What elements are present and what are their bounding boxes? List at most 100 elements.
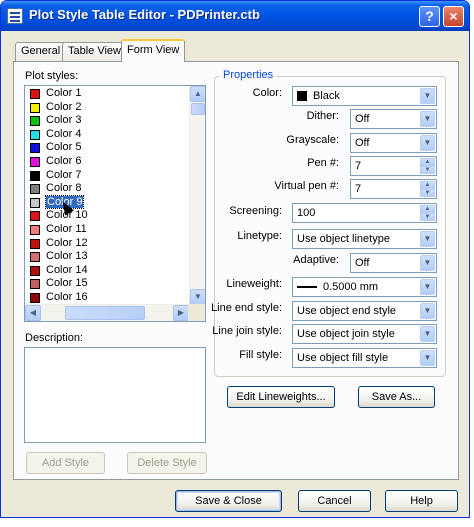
plot-style-item[interactable]: Color 9 bbox=[26, 194, 188, 210]
spin-up-icon[interactable]: ▲ bbox=[420, 205, 435, 213]
help-button[interactable]: Help bbox=[385, 490, 458, 512]
spin-up-icon[interactable]: ▲ bbox=[420, 181, 435, 189]
plot-style-item[interactable]: Color 3 bbox=[26, 114, 188, 128]
screening-label: Screening: bbox=[229, 205, 282, 217]
plot-style-item[interactable]: Color 5 bbox=[26, 141, 188, 155]
screening-value: 100 bbox=[297, 207, 316, 219]
screening-spinner[interactable]: 100 ▲ ▼ bbox=[292, 203, 437, 223]
description-label: Description: bbox=[25, 332, 84, 344]
color-swatch bbox=[30, 292, 40, 303]
dither-dropdown[interactable]: Off ▼ bbox=[350, 109, 437, 129]
plot-style-label: Color 8 bbox=[46, 182, 82, 195]
tab-general[interactable]: General bbox=[15, 42, 67, 61]
linetype-dropdown[interactable]: Use object linetype ▼ bbox=[292, 229, 437, 249]
plot-style-label: Color 3 bbox=[46, 114, 82, 127]
add-style-button[interactable]: Add Style bbox=[26, 452, 105, 474]
tab-form-view[interactable]: Form View bbox=[121, 39, 186, 62]
plot-style-item[interactable]: Color 14 bbox=[26, 264, 188, 278]
color-swatch bbox=[30, 224, 40, 235]
virtual-pen-spinner[interactable]: 7 ▲ ▼ bbox=[350, 179, 437, 199]
line-join-style-label: Line join style: bbox=[212, 325, 282, 337]
plot-styles-list[interactable]: Color 1 Color 2 Color 3 Color 4 Color 5 Color… bbox=[24, 85, 206, 322]
scroll-down-icon[interactable]: ▼ bbox=[190, 289, 205, 305]
plot-style-label: Color 14 bbox=[46, 263, 88, 276]
description-field[interactable] bbox=[24, 347, 206, 443]
pen-spinner[interactable]: 7 ▲ ▼ bbox=[350, 156, 437, 176]
spin-down-icon[interactable]: ▼ bbox=[420, 166, 435, 174]
chevron-down-icon[interactable]: ▼ bbox=[420, 255, 435, 271]
plot-style-label: Color 7 bbox=[46, 168, 82, 181]
fill-style-value: Use object fill style bbox=[297, 352, 389, 364]
line-end-style-dropdown[interactable]: Use object end style ▼ bbox=[292, 301, 437, 321]
plot-style-item[interactable]: Color 1 bbox=[26, 87, 188, 101]
title-bar[interactable]: Plot Style Table Editor - PDPrinter.ctb … bbox=[1, 1, 469, 31]
plot-style-label: Color 13 bbox=[46, 250, 88, 263]
scroll-left-icon[interactable]: ◀ bbox=[25, 305, 41, 321]
screening-stepper[interactable]: ▲ ▼ bbox=[420, 205, 435, 221]
scroll-up-icon[interactable]: ▲ bbox=[190, 86, 205, 102]
title-help-button[interactable]: ? bbox=[419, 6, 440, 27]
edit-lineweights-button[interactable]: Edit Lineweights... bbox=[227, 386, 335, 408]
fill-style-dropdown[interactable]: Use object fill style ▼ bbox=[292, 348, 437, 368]
properties-title: Properties bbox=[220, 69, 277, 81]
color-swatch bbox=[30, 170, 40, 181]
cancel-button[interactable]: Cancel bbox=[298, 490, 371, 512]
chevron-down-icon[interactable]: ▼ bbox=[420, 88, 435, 104]
plot-style-item[interactable]: Color 13 bbox=[26, 250, 188, 264]
plot-style-item[interactable]: Color 7 bbox=[26, 169, 188, 183]
pen-stepper[interactable]: ▲ ▼ bbox=[420, 158, 435, 174]
chevron-down-icon[interactable]: ▼ bbox=[420, 326, 435, 342]
plot-style-label: Color 6 bbox=[46, 154, 82, 167]
chevron-down-icon[interactable]: ▼ bbox=[420, 350, 435, 366]
adaptive-value: Off bbox=[355, 257, 370, 269]
tab-table-view[interactable]: Table View bbox=[62, 42, 127, 61]
line-join-style-dropdown[interactable]: Use object join style ▼ bbox=[292, 324, 437, 344]
plot-style-item[interactable]: Color 4 bbox=[26, 128, 188, 142]
plot-style-item[interactable]: Color 15 bbox=[26, 277, 188, 291]
chevron-down-icon[interactable]: ▼ bbox=[420, 231, 435, 247]
plot-style-item[interactable]: Color 11 bbox=[26, 223, 188, 237]
color-swatch bbox=[30, 143, 40, 154]
chevron-down-icon[interactable]: ▼ bbox=[420, 279, 435, 295]
line-join-style-value: Use object join style bbox=[297, 328, 395, 340]
adaptive-dropdown[interactable]: Off ▼ bbox=[350, 253, 437, 273]
chevron-down-icon[interactable]: ▼ bbox=[420, 135, 435, 151]
spin-up-icon[interactable]: ▲ bbox=[420, 158, 435, 166]
plot-style-item[interactable]: Color 16 bbox=[26, 291, 188, 305]
plot-style-item[interactable]: Color 8 bbox=[26, 182, 188, 196]
plot-style-label: Color 11 bbox=[46, 222, 87, 235]
vertical-scroll-thumb[interactable] bbox=[191, 103, 205, 115]
grayscale-dropdown[interactable]: Off ▼ bbox=[350, 133, 437, 153]
chevron-down-icon[interactable]: ▼ bbox=[420, 111, 435, 127]
plot-style-item[interactable]: Color 10 bbox=[26, 209, 188, 223]
horizontal-scroll-thumb[interactable] bbox=[65, 306, 145, 320]
plot-style-item[interactable]: Color 6 bbox=[26, 155, 188, 169]
grayscale-label: Grayscale: bbox=[286, 134, 339, 146]
scroll-right-icon[interactable]: ▶ bbox=[173, 305, 189, 321]
close-icon[interactable]: × bbox=[443, 6, 464, 27]
plot-style-label: Color 16 bbox=[46, 290, 88, 303]
plot-style-item[interactable]: Color 12 bbox=[26, 237, 188, 251]
color-swatch bbox=[30, 184, 40, 195]
fill-style-label: Fill style: bbox=[239, 349, 282, 361]
color-dropdown[interactable]: Black ▼ bbox=[292, 86, 437, 106]
delete-style-button[interactable]: Delete Style bbox=[127, 452, 207, 474]
save-close-button[interactable]: Save & Close bbox=[175, 490, 282, 512]
chevron-down-icon[interactable]: ▼ bbox=[420, 303, 435, 319]
plot-style-label: Color 5 bbox=[46, 141, 82, 154]
linetype-value: Use object linetype bbox=[297, 233, 390, 245]
save-as-button[interactable]: Save As... bbox=[358, 386, 435, 408]
virtual-pen-stepper[interactable]: ▲ ▼ bbox=[420, 181, 435, 197]
dither-label: Dither: bbox=[306, 110, 339, 122]
color-swatch bbox=[30, 279, 40, 290]
plot-style-item[interactable]: Color 2 bbox=[26, 101, 188, 115]
spin-down-icon[interactable]: ▼ bbox=[420, 213, 435, 221]
lineweight-dropdown[interactable]: 0.5000 mm ▼ bbox=[292, 277, 437, 297]
adaptive-label: Adaptive: bbox=[293, 254, 339, 266]
scroll-corner bbox=[188, 304, 205, 321]
color-swatch bbox=[30, 116, 40, 127]
vertical-scrollbar[interactable]: ▲ ▼ bbox=[189, 86, 205, 305]
pen-label: Pen #: bbox=[307, 157, 339, 169]
spin-down-icon[interactable]: ▼ bbox=[420, 189, 435, 197]
horizontal-scrollbar[interactable]: ◀ ▶ bbox=[25, 304, 189, 321]
